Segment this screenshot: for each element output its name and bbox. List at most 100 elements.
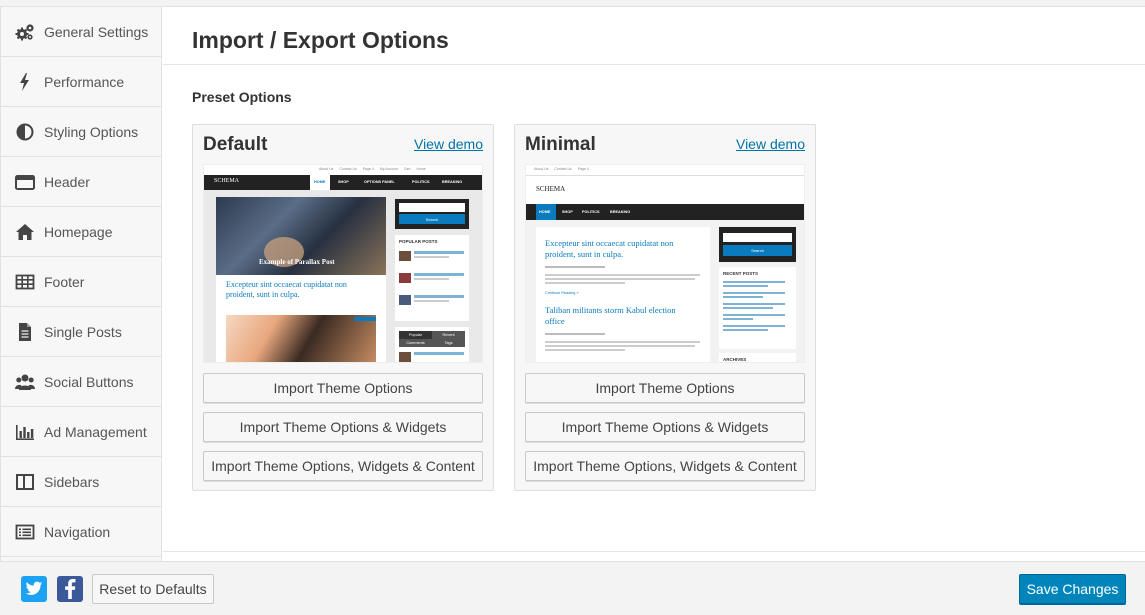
thumb-widget-title: RECENT POSTS <box>723 271 759 276</box>
import-theme-options-button[interactable]: Import Theme Options <box>203 373 483 403</box>
thumb-widget-title: POPULAR POSTS <box>399 239 438 244</box>
thumb-widget-line <box>723 296 763 298</box>
thumb-widget-title: ARCHIVES <box>723 357 747 362</box>
thumb-widget-line <box>414 273 464 276</box>
thumb-meta-line <box>545 333 605 335</box>
thumb-link: About Us <box>319 167 334 171</box>
thumb-widget-image <box>399 251 411 261</box>
reset-to-defaults-button[interactable]: Reset to Defaults <box>92 574 214 604</box>
preset-thumbnail[interactable]: About Us Contact Us Page 4 My Account Ca… <box>203 164 483 363</box>
thumb-search-button: Search <box>723 245 792 256</box>
thumb-logo: SCHEMA <box>536 185 566 193</box>
thumb-link: Cart <box>403 167 411 171</box>
sidebar-item-social-buttons[interactable]: Social Buttons <box>1 357 161 407</box>
thumb-rule <box>526 175 804 176</box>
sidebar-item-label: Navigation <box>44 523 111 540</box>
import-options-widgets-content-button[interactable]: Import Theme Options, Widgets & Content <box>203 451 483 481</box>
sidebar-item-header[interactable]: Header <box>1 157 161 207</box>
sidebar-item-ad-management[interactable]: Ad Management <box>1 407 161 457</box>
thumb-link: Page 4 <box>577 167 589 171</box>
thumb-widget-line <box>414 295 464 298</box>
thumb-link: Contact Us <box>339 167 357 171</box>
sidebar-item-label: Single Posts <box>44 323 122 340</box>
thumb-menu-item: POLITICS <box>412 180 430 184</box>
preset-thumbnail[interactable]: About Us Contact Us Page 4 SCHEMA HOME S… <box>525 164 805 363</box>
thumb-search-input <box>723 233 792 242</box>
thumb-link: About Us <box>534 167 549 171</box>
options-panel: General Settings Performance Styling Opt… <box>0 0 1145 615</box>
thumb-text-line <box>545 278 695 280</box>
section-label: Preset Options <box>192 89 292 105</box>
divider <box>163 64 1145 65</box>
thumb-menu-item: SHOP <box>562 210 573 214</box>
thumb-text-line <box>545 345 695 347</box>
sidebar-item-general-settings[interactable]: General Settings <box>1 7 161 57</box>
import-options-widgets-button[interactable]: Import Theme Options & Widgets <box>525 412 805 442</box>
thumb-post-image <box>226 315 376 362</box>
sidebar-item-label: Performance <box>44 73 125 90</box>
top-strip <box>0 0 1145 7</box>
thumb-post-title: Excepteur sint occaecat cupidatat non pr… <box>226 280 347 299</box>
thumb-link: Page 4 <box>362 167 374 171</box>
bar-chart-icon <box>15 423 35 441</box>
divider <box>163 551 1145 552</box>
table-icon <box>15 273 35 291</box>
sidebar-item-homepage[interactable]: Homepage <box>1 207 161 257</box>
sidebar-item-label: Social Buttons <box>44 373 134 390</box>
sidebar-item-label: Ad Management <box>44 423 147 440</box>
sidebar-item-styling-options[interactable]: Styling Options <box>1 107 161 157</box>
sidebar-item-performance[interactable]: Performance <box>1 57 161 107</box>
thumb-text-line <box>545 349 625 351</box>
thumb-continue-link: Continue Reading » <box>545 291 579 295</box>
users-icon <box>15 373 35 391</box>
thumb-text-line <box>545 341 700 343</box>
preset-name: Minimal <box>525 134 596 155</box>
thumb-widget-line <box>723 314 785 316</box>
thumb-post-title: Taliban militants storm Kabul election o… <box>545 305 676 326</box>
thumb-widget-line <box>723 292 785 294</box>
thumb-menu-item: HOME <box>539 210 551 214</box>
thumb-widget-line <box>723 318 753 320</box>
bolt-icon <box>15 72 35 91</box>
twitter-icon[interactable] <box>21 576 47 602</box>
list-icon <box>15 523 35 541</box>
thumb-logo: SCHEMA <box>214 178 240 184</box>
facebook-icon[interactable] <box>57 576 83 602</box>
sidebar-item-label: General Settings <box>44 23 149 40</box>
view-demo-link[interactable]: View demo <box>414 136 483 152</box>
sidebar-item-label: Homepage <box>44 223 113 240</box>
thumb-menu-item: BREAKING <box>442 180 463 184</box>
sidebar-item-navigation[interactable]: Navigation <box>1 507 161 557</box>
thumb-widget-line <box>723 307 773 309</box>
home-icon <box>15 223 35 241</box>
sidebar-item-label: Header <box>44 173 90 190</box>
page-title: Import / Export Options <box>192 27 449 53</box>
thumb-tab: Recent <box>432 331 465 339</box>
thumb-widget-image <box>399 295 411 305</box>
sidebar-item-sidebars[interactable]: Sidebars <box>1 457 161 507</box>
sidebar-item-label: Sidebars <box>44 473 100 490</box>
thumb-text-line <box>545 282 625 284</box>
thumb-widget-image <box>399 352 411 362</box>
thumb-widget-line <box>414 251 464 254</box>
thumb-widget-line <box>723 303 785 305</box>
sidebar-item-single-posts[interactable]: Single Posts <box>1 307 161 357</box>
thumb-post-title: Excepteur sint occaecat cupidatat non pr… <box>545 238 674 259</box>
thumb-link: Home <box>416 167 426 171</box>
thumb-widget-line <box>723 329 768 331</box>
thumb-menu-item: POLITICS <box>582 210 600 214</box>
thumb-widget-line <box>414 352 464 355</box>
sidebar: General Settings Performance Styling Opt… <box>0 7 162 561</box>
import-options-widgets-button[interactable]: Import Theme Options & Widgets <box>203 412 483 442</box>
save-changes-button[interactable]: Save Changes <box>1019 574 1126 604</box>
thumb-tab: Comments <box>399 339 432 347</box>
thumb-widget-line <box>414 278 449 280</box>
header-icon <box>15 173 35 191</box>
contrast-icon <box>15 123 35 141</box>
preset-card-minimal: Minimal View demo About Us Contact Us Pa… <box>514 124 816 491</box>
import-theme-options-button[interactable]: Import Theme Options <box>525 373 805 403</box>
thumb-menu-item: SHOP <box>338 180 349 184</box>
sidebar-item-footer[interactable]: Footer <box>1 257 161 307</box>
view-demo-link[interactable]: View demo <box>736 136 805 152</box>
import-options-widgets-content-button[interactable]: Import Theme Options, Widgets & Content <box>525 451 805 481</box>
